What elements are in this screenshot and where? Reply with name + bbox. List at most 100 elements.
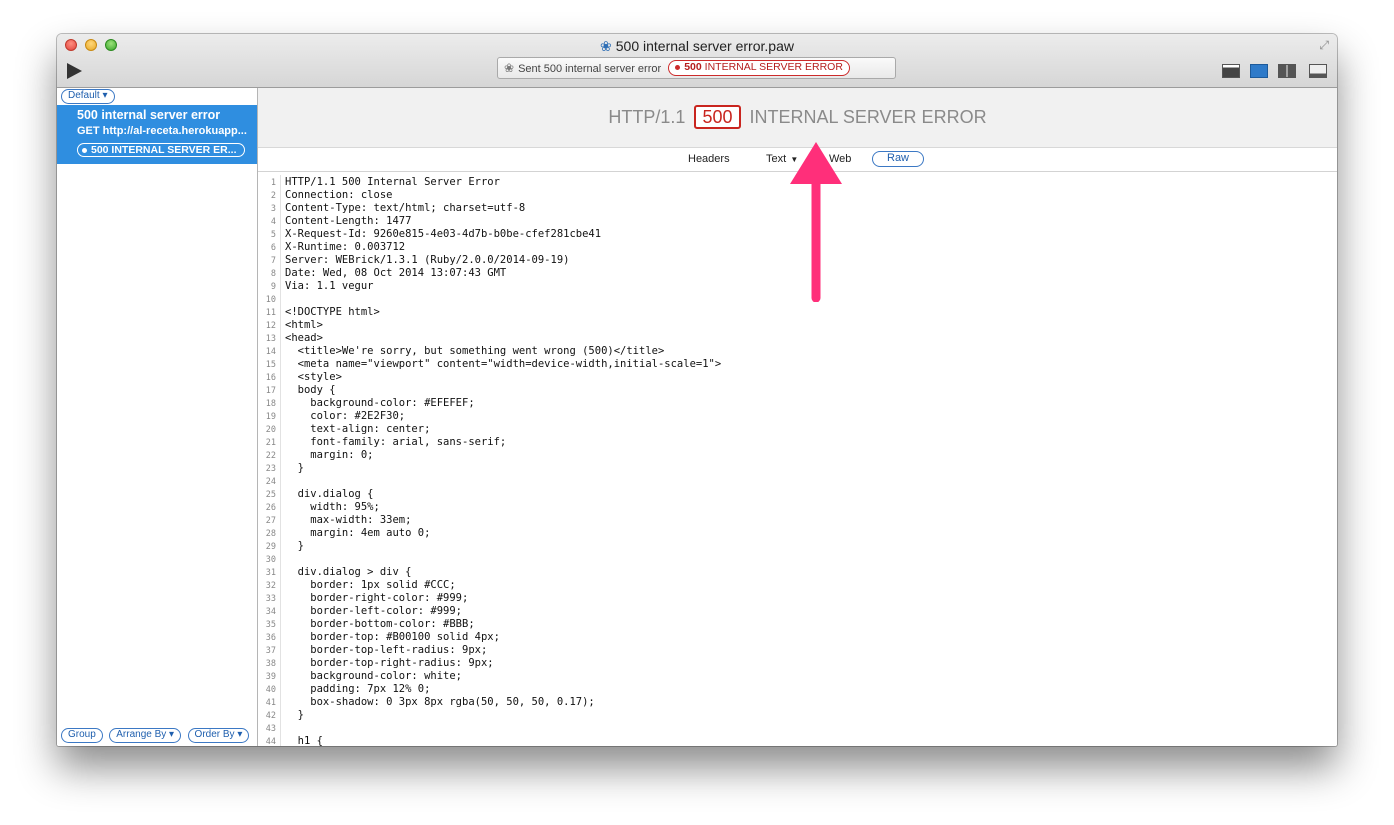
code-text: background-color: white;	[285, 670, 463, 682]
line-number: 39	[265, 672, 276, 682]
status-code: 500	[684, 61, 702, 74]
request-url: GET http://al-receta.herokuapp...	[77, 125, 247, 137]
response-protocol: HTTP/1.1	[608, 107, 686, 127]
layout-vertical-icon[interactable]	[1250, 64, 1268, 78]
line-number: 31	[265, 568, 276, 578]
code-text: Content-Length: 1477	[285, 215, 412, 227]
line-number: 25	[265, 490, 276, 500]
code-text: border-left-color: #999;	[285, 605, 463, 617]
line-number: 41	[265, 698, 276, 708]
line-number: 13	[265, 334, 276, 344]
group-select[interactable]: Default ▾	[61, 89, 115, 104]
code-text: margin: 4em auto 0;	[285, 527, 431, 539]
code-text: border: 1px solid #CCC;	[285, 579, 456, 591]
line-number: 9	[270, 282, 276, 292]
code-text: <title>We're sorry, but something went w…	[285, 345, 665, 357]
line-number: 33	[265, 594, 276, 604]
code-text: <!DOCTYPE html>	[285, 306, 380, 318]
code-text: Date: Wed, 08 Oct 2014 13:07:43 GMT	[285, 267, 507, 279]
layout-bottom-icon[interactable]	[1309, 64, 1327, 78]
status-text: INTERNAL SERVER ERROR	[704, 61, 843, 74]
status-dot-icon	[82, 147, 87, 153]
app-window: ❀ 500 internal server error.paw ⤢ ❀ Sent 5…	[57, 34, 1337, 746]
title-bar: ❀ 500 internal server error.paw ⤢ ❀ Sent 5…	[57, 34, 1337, 88]
line-number: 24	[265, 477, 276, 487]
code-text: border-top: #B00100 solid 4px;	[285, 631, 500, 643]
line-number: 44	[265, 737, 276, 746]
line-number: 21	[265, 438, 276, 448]
window-title: ❀ 500 internal server error.paw	[57, 38, 1337, 55]
code-text: <style>	[285, 371, 342, 383]
layout-top-icon[interactable]	[1222, 64, 1240, 78]
line-number: 19	[265, 412, 276, 422]
code-text: color: #2E2F30;	[285, 410, 406, 422]
group-button-label: Group	[68, 729, 96, 740]
code-text: border-bottom-color: #BBB;	[285, 618, 475, 630]
line-number: 30	[265, 555, 276, 565]
line-number: 37	[265, 646, 276, 656]
line-number: 8	[270, 269, 276, 279]
code-text: padding: 7px 12% 0;	[285, 683, 431, 695]
status-dot-icon	[675, 64, 681, 70]
code-text: HTTP/1.1 500 Internal Server Error	[285, 176, 500, 188]
code-text: box-shadow: 0 3px 8px rgba(50, 50, 50, 0…	[285, 696, 595, 708]
code-text: X-Runtime: 0.003712	[285, 241, 406, 253]
arrange-by-button[interactable]: Arrange By ▾	[109, 728, 182, 743]
line-number: 42	[265, 711, 276, 721]
code-text: }	[285, 462, 304, 474]
line-number: 7	[270, 256, 276, 266]
request-status-badge: 500 INTERNAL SERVER ER...	[77, 143, 245, 157]
response-status-line: HTTP/1.1 500 INTERNAL SERVER ERROR	[258, 105, 1337, 129]
response-status-code: 500	[694, 105, 741, 129]
paw-icon: ❀	[600, 38, 612, 54]
window-title-text: 500 internal server error.paw	[615, 38, 794, 54]
code-text: border-right-color: #999;	[285, 592, 469, 604]
line-number: 15	[265, 360, 276, 370]
line-number: 40	[265, 685, 276, 695]
tab-headers[interactable]: Headers	[688, 153, 730, 165]
code-text: <html>	[285, 319, 323, 331]
code-text: <meta name="viewport" content="width=dev…	[285, 358, 722, 370]
tab-text-label: Text	[766, 153, 787, 165]
line-number: 16	[265, 373, 276, 383]
code-text: X-Request-Id: 9260e815-4e03-4d7b-b0be-cf…	[285, 228, 602, 240]
line-number: 2	[270, 191, 276, 201]
line-number: 34	[265, 607, 276, 617]
code-text: div.dialog {	[285, 488, 374, 500]
status-box: ❀ Sent 500 internal server error 500 INTE…	[497, 57, 896, 79]
line-number: 12	[265, 321, 276, 331]
line-number: 17	[265, 386, 276, 396]
layout-split-icon[interactable]	[1278, 64, 1296, 78]
line-number: 29	[265, 542, 276, 552]
code-text: }	[285, 709, 304, 721]
code-text: Via: 1.1 vegur	[285, 280, 374, 292]
line-number: 23	[265, 464, 276, 474]
tab-raw[interactable]: Raw	[872, 151, 925, 167]
code-text: width: 95%;	[285, 501, 380, 513]
response-reason: INTERNAL SERVER ERROR	[749, 107, 987, 127]
status-badge: 500 INTERNAL SERVER ERROR	[668, 60, 850, 77]
group-button[interactable]: Group	[61, 728, 103, 743]
code-text: <head>	[285, 332, 323, 344]
line-number: 1	[270, 178, 276, 188]
group-select-label: Default	[68, 90, 100, 101]
line-number: 5	[270, 230, 276, 240]
code-text: div.dialog > div {	[285, 566, 412, 578]
code-text: border-top-right-radius: 9px;	[285, 657, 494, 669]
order-by-button[interactable]: Order By ▾	[187, 728, 250, 743]
sidebar-request-item[interactable]: 500 internal server error GET http://al-…	[57, 105, 257, 164]
request-status-text: 500 INTERNAL SERVER ER...	[91, 144, 237, 156]
line-number: 4	[270, 217, 276, 227]
send-request-button[interactable]	[67, 63, 82, 79]
line-number: 28	[265, 529, 276, 539]
code-text: font-family: arial, sans-serif;	[285, 436, 507, 448]
code-text: max-width: 33em;	[285, 514, 412, 526]
line-number: 38	[265, 659, 276, 669]
fullscreen-icon[interactable]: ⤢	[1319, 38, 1329, 53]
line-number: 3	[270, 204, 276, 214]
status-sent-text: Sent 500 internal server error	[518, 63, 662, 75]
line-number: 18	[265, 399, 276, 409]
line-number: 35	[265, 620, 276, 630]
line-number: 10	[265, 295, 276, 305]
line-number: 20	[265, 425, 276, 435]
